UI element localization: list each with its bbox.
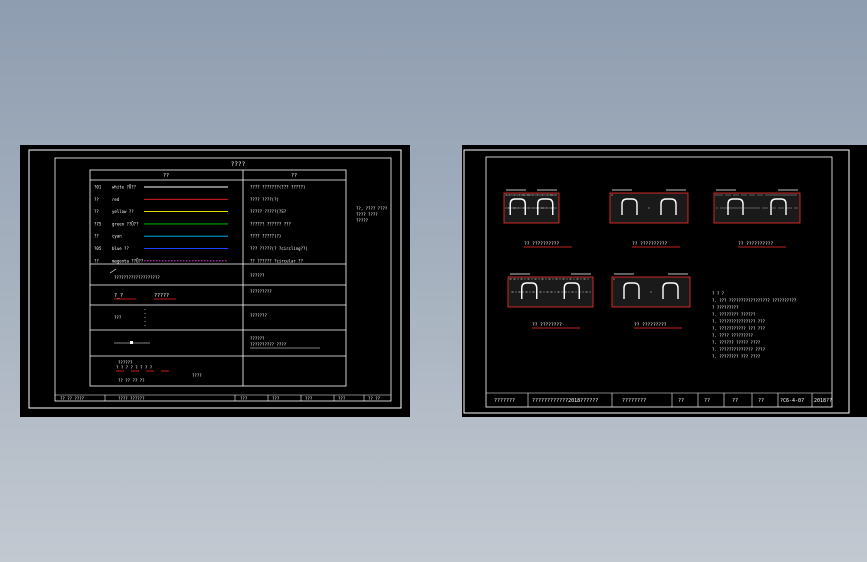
titleblock-cell-1: ?? ?? ???? — [60, 396, 85, 401]
section-detail: ?? ?????????? — [503, 189, 572, 248]
section-detail: ?? ?????????? — [713, 189, 801, 248]
layer-row: ?75 green ??Ǖ?? ?????? ?????? ??? — [94, 221, 292, 226]
note-line-9: ?. ???????? ??? ???? — [712, 354, 761, 359]
row3-description: ????????? — [250, 289, 272, 294]
layer-name: white ?Ǖ?? — [112, 185, 137, 190]
note-line-4: ?. ??????????????? ??? — [712, 319, 766, 324]
titleblock-cell-3: ??? — [240, 396, 248, 401]
layer-name: cyan — [112, 234, 122, 239]
note-line-2: ? ????????? — [712, 305, 739, 310]
layer-description: ???? ???????(??? ?????) — [250, 185, 305, 190]
titleblock-r-6: ?? — [732, 398, 738, 404]
section-label: ?? ?????????? — [738, 241, 774, 247]
layer-row: ?01 white ?Ǖ?? ???? ???????(??? ?????) — [94, 185, 305, 190]
notes-heading: ? ? ? — [712, 291, 725, 296]
layer-description: ?????? ?????? ??? — [250, 221, 292, 226]
note-line-8: ?. ?????????????? ???? — [712, 347, 766, 352]
row3-symbol-a: ?_? — [114, 293, 123, 299]
titleblock-r-8: ?C6-4-07 — [780, 398, 804, 404]
layer-code: ?75 — [94, 221, 102, 226]
note-line-1: ?. ??? ????????????????? ?????????? — [712, 298, 797, 303]
row2-description: ?????? — [250, 273, 265, 278]
layer-code: ?01 — [94, 185, 102, 190]
legend-drawing: ???? ?? ?? ?01 white ?Ǖ?????? ???????(???… — [28, 149, 402, 409]
layer-name: yellow ?? — [112, 209, 134, 214]
section-label: ?? ????????? — [634, 322, 667, 328]
titleblock-r-5: ?? — [704, 398, 710, 404]
section-detail: ?? ???????? — [507, 273, 594, 329]
layer-description: ????? ?????(?S? — [250, 209, 287, 214]
section-label: ?? ?????????? — [524, 241, 560, 247]
layer-code: ?? — [94, 209, 99, 214]
section-details: ?? ?????????? ?? ?????????? ?? ???????????… — [503, 189, 801, 329]
layer-code: ?05 — [94, 246, 102, 251]
row5-description-a: ?????? — [250, 336, 265, 341]
layer-name: blue ?? — [112, 246, 129, 251]
row3-symbol-b: ????? — [154, 293, 169, 299]
section-label: ?? ?????????? — [632, 241, 668, 247]
titleblock-cell-5: ??? — [305, 396, 313, 401]
legend-title: ???? — [231, 161, 246, 168]
section-label: ?? ???????? — [532, 322, 562, 328]
titleblock-r-7: ?? — [758, 398, 764, 404]
titleblock-r-3: ???????? — [622, 398, 646, 404]
layer-legend-rows: ?01 white ?Ǖ?? ???? ???????(??? ?????)?? re… — [94, 185, 308, 264]
layer-row: ?? red ???? ????(?) — [94, 197, 279, 202]
sections-drawing: ?? ???????????? ???????????? ???????????… — [463, 149, 850, 414]
titleblock-r-2: ????????????2018?????? — [532, 398, 598, 404]
side-note-line-2: ???? ???? — [356, 212, 378, 217]
layer-description: ???? ?????(?) — [250, 234, 281, 239]
titleblock-cell-4: ??? — [272, 396, 280, 401]
titleblock-cell-6: ??? — [338, 396, 346, 401]
titleblock-r-9: 2018?? — [814, 398, 832, 404]
layer-row: ?? magenta ??Ǖ?? ?? ?????? ?circular ?? — [94, 258, 304, 263]
titleblock-cell-2: ???? ?????? — [118, 396, 145, 401]
note-line-7: ?. ?????? ????? ???? — [712, 340, 761, 345]
drawing-sheet-legend: ???? ?? ?? ?01 white ?Ǖ?????? ???????(???… — [20, 145, 410, 417]
layer-description: ???? ????(?) — [250, 197, 279, 202]
layer-description: ??? ?????(? ?circling??) — [250, 246, 308, 251]
note-line-5: ?. ??????????? ??? ??? — [712, 326, 766, 331]
layer-row: ?? cyan ???? ?????(?) — [94, 234, 281, 239]
titleblock-r-4: ?? — [678, 398, 684, 404]
titleblock-r-1: ??????? — [494, 398, 515, 404]
row4-description: ??????? — [250, 313, 267, 318]
layer-code: ?? — [94, 234, 99, 239]
column-header-description: ?? — [291, 173, 297, 179]
svg-text:?? ?? ?? ??: ?? ?? ?? ?? — [118, 378, 145, 383]
layer-row: ?05 blue ?? ??? ?????(? ?circling??) — [94, 246, 308, 251]
row5-description-b: ?????????? ???? — [250, 342, 287, 347]
column-header-symbol: ?? — [163, 173, 169, 179]
note-line-6: ?. ???? ????????? — [712, 333, 754, 338]
general-notes: ? ? ? ?. ??? ????????????????? ?????????… — [712, 291, 797, 359]
layer-code: ?? — [94, 197, 99, 202]
svg-text:???: ??? — [114, 315, 122, 320]
layer-name: magenta ??Ǖ?? — [112, 258, 144, 263]
section-detail: ?? ????????? — [611, 273, 691, 329]
layer-name: red — [112, 197, 120, 202]
side-note-line-3: ????? — [356, 218, 369, 223]
svg-text:? ? ? ? ? ? ? ?: ? ? ? ? ? ? ? ? — [116, 365, 153, 370]
layer-code: ?? — [94, 258, 99, 263]
layer-name: green ??Ǖ?? — [112, 221, 139, 226]
section-detail: ?? ?????????? — [609, 189, 689, 248]
row6-stamp: ???? — [192, 373, 202, 378]
row2-left-text: ??????????????????? — [114, 275, 160, 280]
titleblock-cell-7: ?? ?? — [368, 396, 381, 401]
layer-row: ?? yellow ?? ????? ?????(?S? — [94, 209, 287, 214]
note-line-3: ?. ???????? ?????? — [712, 312, 756, 317]
drawing-sheet-sections: ?? ???????????? ???????????? ???????????… — [462, 145, 867, 417]
layer-description: ?? ?????? ?circular ?? — [250, 258, 304, 263]
side-note-line-1: ??, ???? ???? — [356, 206, 388, 211]
